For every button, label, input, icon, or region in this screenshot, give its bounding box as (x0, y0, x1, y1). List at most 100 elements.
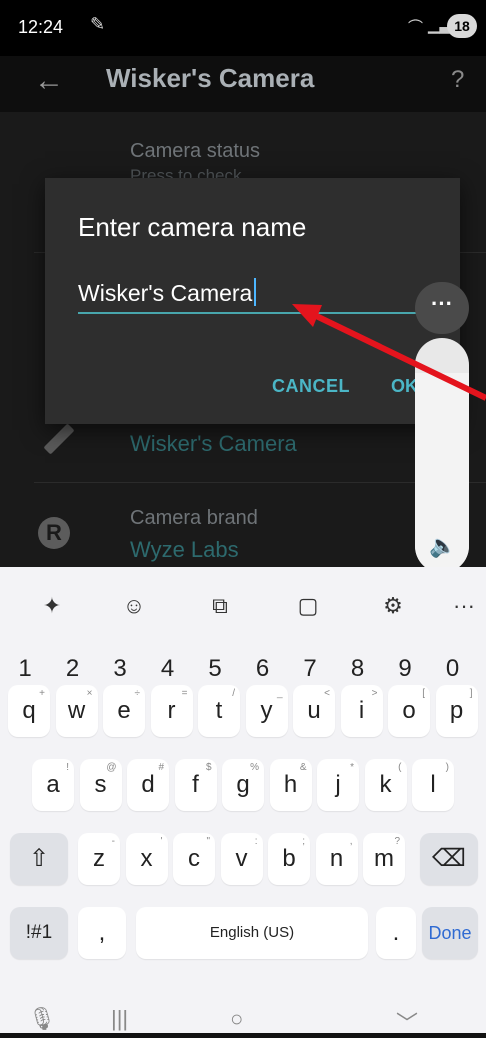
key-j[interactable]: j * (317, 759, 359, 811)
number-key-0[interactable]: 0 (436, 649, 470, 689)
key-b-hint: ; (302, 836, 305, 847)
key-k[interactable]: k( (364, 759, 407, 811)
key-x-label: x (140, 845, 153, 872)
comma-key[interactable]: , (78, 907, 126, 959)
key-n-label: n (329, 845, 344, 872)
key-z-hint: - (111, 836, 115, 847)
key-i-label: i (358, 697, 365, 724)
key-l[interactable]: l) (412, 759, 454, 811)
key-i-hint: > (371, 688, 378, 699)
dialog-title: Enter camera name (78, 212, 307, 242)
done-key[interactable]: Done (422, 907, 478, 959)
key-w-label: w (67, 697, 86, 724)
translate-icon[interactable]: ⧉ (198, 584, 242, 628)
key-m[interactable]: m? (363, 833, 405, 885)
backspace-key[interactable]: ⌫ (420, 833, 478, 885)
number-key-8[interactable]: 8 (341, 649, 375, 689)
camera-brand-value: Wyze Labs (130, 537, 239, 562)
wifi-icon: ⌒ (408, 19, 424, 36)
key-p[interactable]: p] (435, 685, 478, 737)
key-z-label: z (93, 845, 105, 872)
number-key-2[interactable]: 2 (56, 649, 90, 689)
key-a-label: a (46, 771, 60, 798)
key-i[interactable]: i > (340, 685, 383, 737)
speaker-icon[interactable]: 🔈 (429, 533, 456, 559)
shift-key[interactable]: ⇧ (10, 833, 68, 885)
ok-button[interactable]: OK (391, 376, 418, 397)
keyboard: ✦ ☺ ⧉ ▢ ⚙ ··· ⇧ ⌫ !#1 , English (US) . D… (0, 567, 486, 1033)
key-b[interactable]: b; (268, 833, 310, 885)
key-r-label: r (167, 697, 176, 724)
back-button[interactable]: ﹀ (396, 1006, 418, 1038)
key-m-hint: ? (394, 836, 400, 847)
key-t-label: t (215, 697, 223, 724)
camera-name-value[interactable]: Wisker's Camera (130, 431, 297, 457)
mic-icon[interactable]: 🎙 (28, 1006, 56, 1032)
key-w-hint: × (86, 688, 93, 699)
key-v[interactable]: v: (220, 833, 263, 885)
key-k-label: k (379, 771, 392, 798)
key-o[interactable]: o[ (388, 685, 430, 737)
number-key-7[interactable]: 7 (293, 649, 327, 689)
key-n[interactable]: n, (315, 833, 358, 885)
key-x[interactable]: x ' (125, 833, 168, 885)
help-icon[interactable]: ? (451, 66, 464, 94)
key-w[interactable]: w × (55, 685, 98, 737)
key-v-hint: : (254, 836, 258, 847)
key-q-label: q (22, 697, 36, 724)
clipboard-icon[interactable]: ▢ (286, 584, 330, 628)
number-key-9[interactable]: 9 (388, 649, 422, 689)
key-y-hint: _ (276, 688, 283, 699)
number-key-1[interactable]: 1 (8, 649, 42, 689)
rename-dialog: Enter camera name Wisker's Camera CANCEL… (45, 178, 460, 424)
key-y[interactable]: y _ (245, 685, 288, 737)
key-s[interactable]: s @ (79, 759, 122, 811)
number-key-6[interactable]: 6 (246, 649, 280, 689)
more-icon[interactable]: ··· (442, 584, 486, 628)
key-u-label: u (307, 697, 321, 724)
camera-name-input[interactable]: Wisker's Camera (78, 274, 460, 314)
key-e-hint: ÷ (134, 688, 141, 699)
key-a[interactable]: a! (32, 759, 74, 811)
key-r-hint: = (181, 688, 188, 699)
key-g-hint: % (250, 762, 259, 773)
emoji-icon[interactable]: ☺ (112, 584, 156, 628)
volume-slider[interactable]: 🔈 (415, 338, 469, 573)
number-key-5[interactable]: 5 (198, 649, 232, 689)
key-t[interactable]: t / (198, 685, 240, 737)
key-h[interactable]: h & (269, 759, 312, 811)
recents-button[interactable]: ||| (111, 1006, 128, 1032)
key-c-label: c (188, 845, 200, 872)
key-q[interactable]: q + (8, 685, 50, 737)
period-key[interactable]: . (376, 907, 416, 959)
key-p-label: p (449, 697, 464, 724)
key-d[interactable]: d # (127, 759, 169, 811)
key-g[interactable]: g% (222, 759, 264, 811)
status-time: 12:24 (18, 17, 64, 37)
key-f-label: f (192, 771, 199, 798)
space-key[interactable]: English (US) (136, 907, 368, 959)
key-c[interactable]: c " (173, 833, 215, 885)
text-cursor (254, 278, 256, 306)
camera-name-input-value[interactable]: Wisker's Camera (78, 280, 252, 307)
key-u[interactable]: u < (293, 685, 335, 737)
number-key-4[interactable]: 4 (151, 649, 185, 689)
camera-status-title[interactable]: Camera status (130, 140, 260, 163)
input-underline (78, 312, 460, 314)
key-x-hint: ' (160, 836, 163, 847)
cancel-button[interactable]: CANCEL (272, 376, 350, 397)
settings-icon[interactable]: ⚙ (371, 584, 415, 628)
number-key-3[interactable]: 3 (103, 649, 137, 689)
key-e[interactable]: e ÷ (103, 685, 145, 737)
sparkle-icon[interactable]: ✦ (30, 584, 74, 628)
key-d-hint: # (158, 762, 164, 773)
symbols-key[interactable]: !#1 (10, 907, 68, 959)
home-button[interactable]: ○ (230, 1006, 243, 1032)
arrow-left-icon[interactable]: ← (34, 64, 64, 98)
key-d-label: d (141, 771, 155, 798)
camera-brand-title[interactable]: Camera brand (130, 507, 258, 530)
key-r[interactable]: r = (150, 685, 193, 737)
key-f[interactable]: f $ (174, 759, 217, 811)
key-z[interactable]: z- (78, 833, 120, 885)
volume-menu-button[interactable]: ··· (415, 282, 469, 334)
